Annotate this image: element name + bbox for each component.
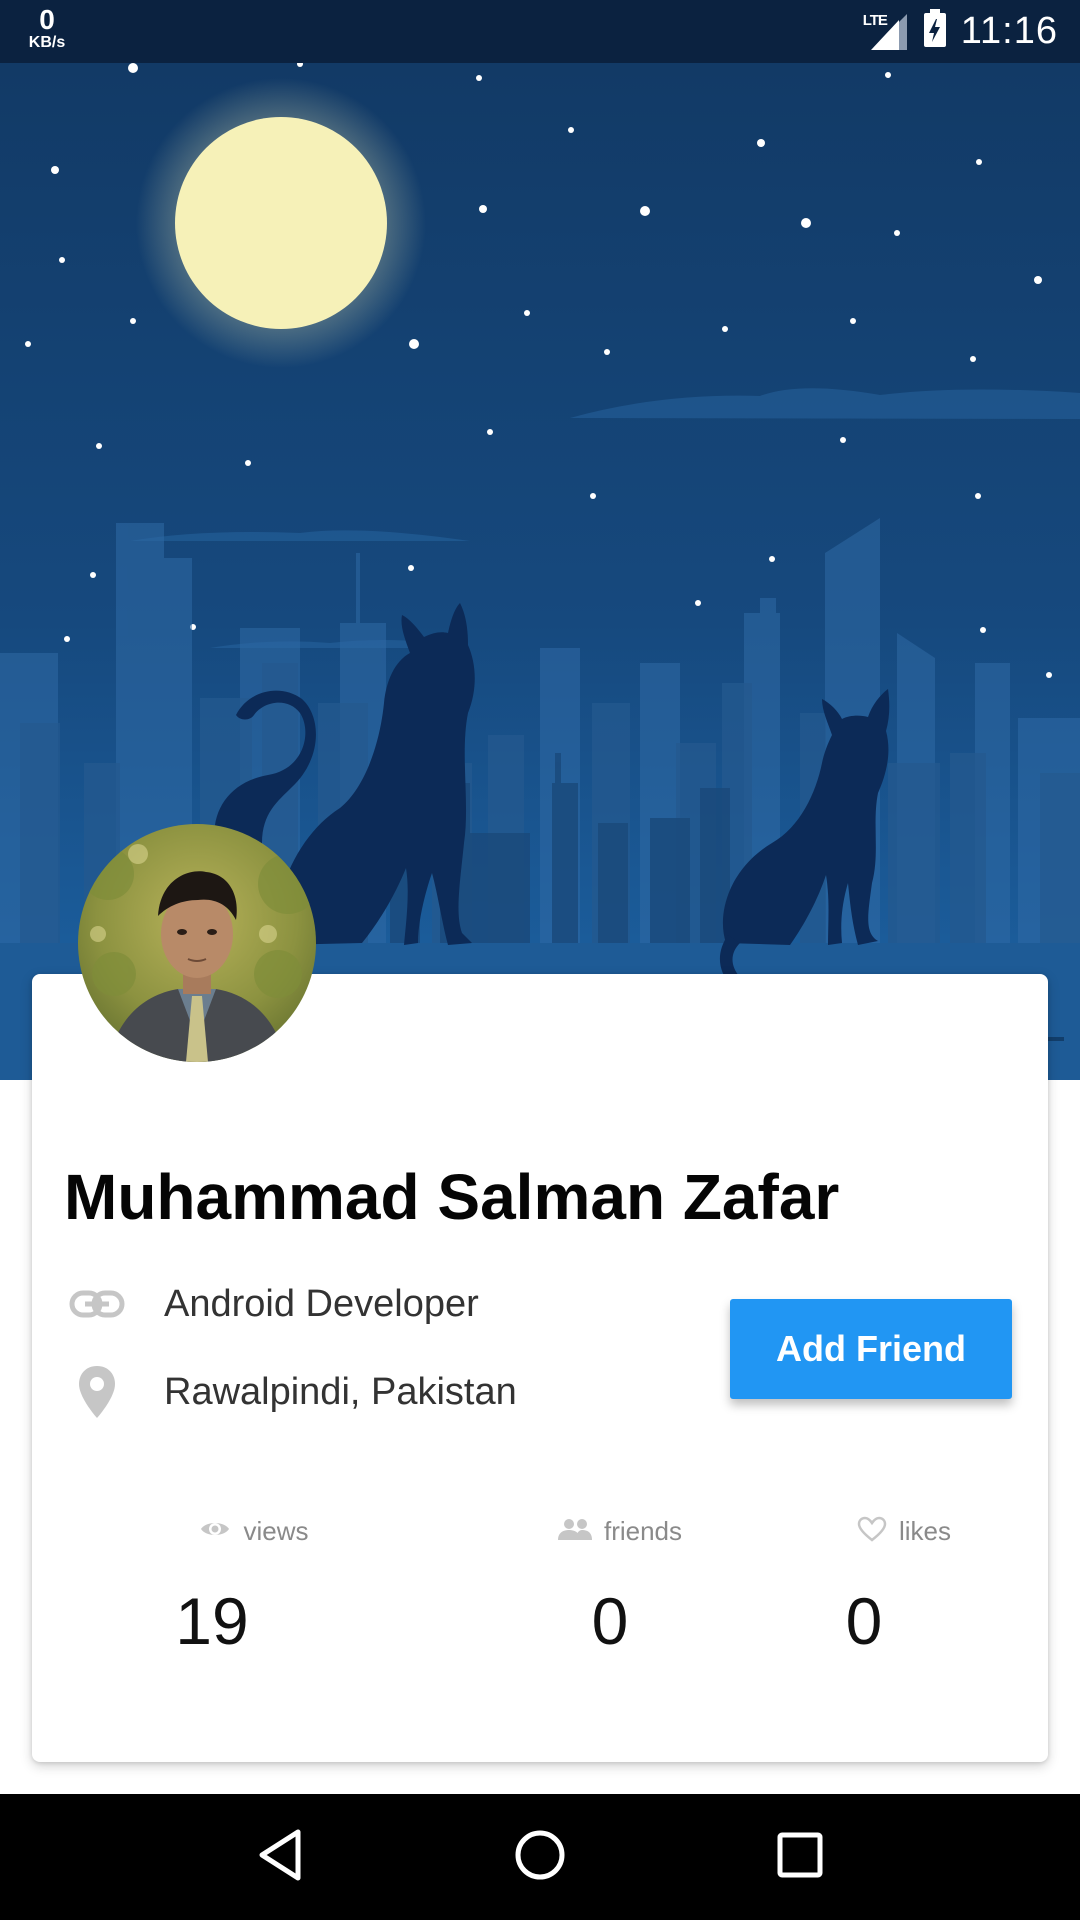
recents-button[interactable] [755, 1812, 845, 1902]
signal-icon: LTE [861, 12, 909, 52]
home-button[interactable] [495, 1812, 585, 1902]
likes-count: 0 [845, 1584, 883, 1658]
eye-icon [199, 1518, 231, 1545]
location-row: Rawalpindi, Pakistan [66, 1362, 626, 1422]
back-button[interactable] [235, 1812, 325, 1902]
recents-icon [776, 1831, 824, 1884]
role-row: Android Developer [66, 1274, 626, 1334]
profile-name: Muhammad Salman Zafar [64, 1161, 840, 1233]
views-label: views [243, 1515, 309, 1546]
role-text: Android Developer [164, 1282, 479, 1325]
network-speed-unit: KB/s [28, 34, 66, 51]
status-bar: 0 KB/s LTE 11:16 [0, 0, 1080, 63]
status-clock: 11:16 [960, 10, 1058, 52]
network-type-label: LTE [862, 11, 888, 29]
home-icon [513, 1828, 567, 1887]
friends-stat: friends 0 [510, 1509, 730, 1659]
views-stat: views 19 [144, 1509, 364, 1659]
network-speed-indicator: 0 KB/s [22, 6, 72, 52]
avatar-photo [78, 824, 316, 1062]
likes-label: likes [898, 1515, 951, 1546]
people-icon [557, 1518, 592, 1545]
location-text: Rawalpindi, Pakistan [164, 1370, 517, 1413]
heart-icon [857, 1516, 887, 1547]
profile-card: Muhammad Salman Zafar Android Developer … [32, 974, 1048, 1762]
back-icon [256, 1828, 304, 1887]
friends-label: friends [603, 1515, 683, 1546]
battery-charging-icon [923, 9, 947, 54]
navigation-bar [0, 1794, 1080, 1920]
add-friend-button[interactable]: Add Friend [730, 1299, 1012, 1399]
link-icon [66, 1274, 128, 1334]
friends-count: 0 [591, 1584, 629, 1658]
moon-illustration [136, 78, 426, 368]
likes-stat: likes 0 [794, 1509, 1014, 1659]
views-count: 19 [175, 1584, 249, 1658]
network-speed-value: 0 [39, 4, 55, 35]
profile-avatar[interactable] [78, 824, 316, 1062]
location-pin-icon [66, 1362, 128, 1422]
